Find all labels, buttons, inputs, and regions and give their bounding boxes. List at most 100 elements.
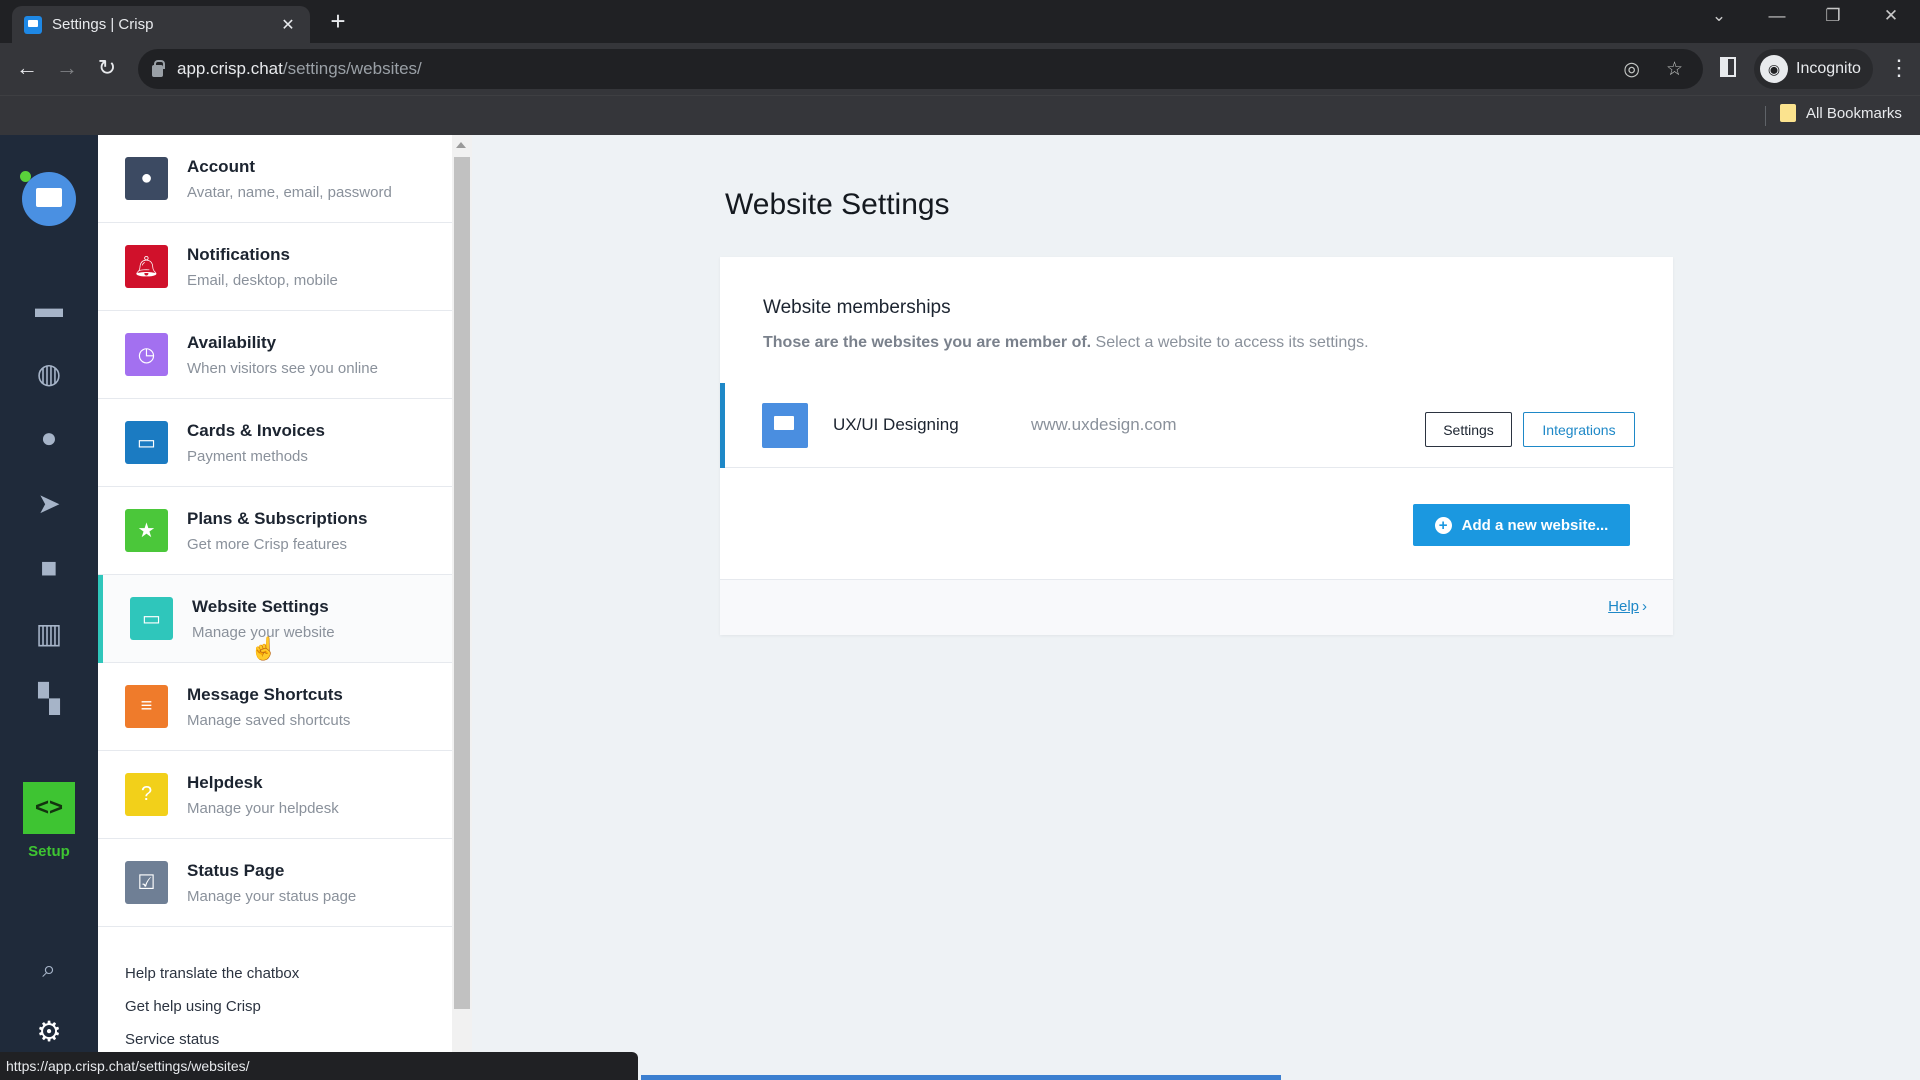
nav-item-subtitle: Avatar, name, email, password <box>187 183 392 201</box>
url-host: app.crisp.chat <box>177 59 283 78</box>
address-bar[interactable]: app.crisp.chat/settings/websites/ ◎ ☆ <box>138 49 1703 89</box>
bell-icon: 🔔︎ <box>125 245 168 288</box>
footer-links: Help translate the chatbox Get help usin… <box>98 927 452 1048</box>
close-window-button[interactable]: ✕ <box>1876 6 1906 26</box>
nav-item-subtitle: Email, desktop, mobile <box>187 271 338 289</box>
minimize-button[interactable]: — <box>1762 6 1792 26</box>
nav-item-account[interactable]: ● Account Avatar, name, email, password <box>98 135 452 223</box>
nav-item-title: Notifications <box>187 244 290 264</box>
nav-item-title: Helpdesk <box>187 772 263 792</box>
website-memberships-card: Website memberships Those are the websit… <box>720 257 1673 635</box>
inbox-chat-icon[interactable]: ▬ <box>29 288 69 328</box>
visitors-globe-icon[interactable]: ◍ <box>29 353 69 393</box>
nav-item-title: Cards & Invoices <box>187 420 325 440</box>
website-url: www.uxdesign.com <box>1031 415 1177 434</box>
browser-tab-bar: Settings | Crisp ✕ + ⌄ — ❐ ✕ <box>0 0 1920 43</box>
forward-button[interactable]: → <box>52 55 82 81</box>
nav-item-title: Account <box>187 156 255 176</box>
helpdesk-icon: ? <box>125 773 168 816</box>
add-website-label: Add a new website... <box>1461 516 1609 534</box>
tab-search-chevron-icon[interactable]: ⌄ <box>1704 6 1734 26</box>
setup-label: Setup <box>28 843 70 860</box>
tab-title: Settings | Crisp <box>52 16 154 33</box>
nav-item-title: Availability <box>187 332 277 352</box>
message-icon: ≡ <box>125 685 168 728</box>
nav-item-subtitle: Manage your helpdesk <box>187 799 339 817</box>
desc-bold: Those are the websites you are member of… <box>763 334 1092 351</box>
back-button[interactable]: ← <box>12 55 42 81</box>
app-nav-rail: ▬ ◍ ● ➤ ■ ▥ ▚ <> Setup ⌕ ⚙ <box>0 135 98 1080</box>
hand-cursor-icon: ☝ <box>250 636 278 661</box>
user-icon: ● <box>125 157 168 200</box>
scroll-up-arrow-icon[interactable] <box>456 142 466 148</box>
close-tab-icon[interactable]: ✕ <box>278 15 298 35</box>
nav-item-title: Status Page <box>187 860 285 880</box>
page-title: Website Settings <box>725 188 950 221</box>
search-icon[interactable]: ⌕ <box>29 950 69 990</box>
link-get-help[interactable]: Get help using Crisp <box>125 998 452 1015</box>
nav-item-title: Message Shortcuts <box>187 684 343 704</box>
lock-icon <box>152 60 165 77</box>
new-tab-button[interactable]: + <box>324 8 352 34</box>
check-icon: ☑ <box>125 861 168 904</box>
nav-item-subtitle: Payment methods <box>187 447 308 465</box>
help-link[interactable]: Help <box>1608 598 1639 615</box>
campaigns-paper-plane-icon[interactable]: ➤ <box>29 483 69 523</box>
side-panel-icon[interactable] <box>1720 57 1736 77</box>
star-icon: ★ <box>125 509 168 552</box>
nav-item-subtitle: Manage your status page <box>187 887 357 905</box>
bookmark-star-icon[interactable]: ☆ <box>1666 58 1683 81</box>
desc-rest: Select a website to access its settings. <box>1091 334 1369 351</box>
settings-gear-icon[interactable]: ⚙ <box>29 1011 69 1051</box>
folder-icon <box>1780 104 1796 122</box>
nav-item-availability[interactable]: ◷ Availability When visitors see you onli… <box>98 311 452 399</box>
nav-item-notifications[interactable]: 🔔︎ Notifications Email, desktop, mobile <box>98 223 452 311</box>
browser-menu-icon[interactable]: ⋮ <box>1888 55 1910 81</box>
helpdesk-book-icon[interactable]: ■ <box>29 548 69 588</box>
setup-code-icon[interactable]: <> <box>23 782 75 834</box>
card-heading: Website memberships <box>763 297 951 318</box>
nav-item-cards-invoices[interactable]: ▭ Cards & Invoices Payment methods <box>98 399 452 487</box>
nav-item-message-shortcuts[interactable]: ≡ Message Shortcuts Manage saved shortcut… <box>98 663 452 751</box>
all-bookmarks-button[interactable]: All Bookmarks <box>1780 104 1902 122</box>
scrollbar-thumb[interactable] <box>454 157 470 1009</box>
nav-item-helpdesk[interactable]: ? Helpdesk Manage your helpdesk <box>98 751 452 839</box>
nav-item-title: Website Settings <box>192 596 329 616</box>
nav-item-subtitle: When visitors see you online <box>187 359 378 377</box>
profile-label: Incognito <box>1796 60 1861 77</box>
browser-tab[interactable]: Settings | Crisp ✕ <box>12 6 310 43</box>
link-service-status[interactable]: Service status <box>125 1031 452 1048</box>
crisp-logo-icon[interactable] <box>22 172 76 226</box>
online-status-dot <box>20 171 31 182</box>
reload-button[interactable]: ↻ <box>92 55 122 81</box>
card-footer: Help › <box>720 579 1673 635</box>
chevron-right-icon: › <box>1642 598 1647 615</box>
add-website-button[interactable]: + Add a new website... <box>1413 504 1630 546</box>
website-row[interactable]: UX/UI Designing www.uxdesign.com Setting… <box>720 383 1673 468</box>
settings-navigation: ● Account Avatar, name, email, password 🔔… <box>98 135 452 1080</box>
contacts-person-icon[interactable]: ● <box>29 418 69 458</box>
link-status-bar: https://app.crisp.chat/settings/websites… <box>0 1052 638 1080</box>
loading-progress-bar <box>641 1075 1281 1080</box>
clock-icon: ◷ <box>125 333 168 376</box>
nav-item-title: Plans & Subscriptions <box>187 508 368 528</box>
nav-item-plans-subscriptions[interactable]: ★ Plans & Subscriptions Get more Crisp fe… <box>98 487 452 575</box>
link-help-translate[interactable]: Help translate the chatbox <box>125 965 452 982</box>
incognito-profile-button[interactable]: ◉ Incognito <box>1754 49 1873 89</box>
website-settings-button[interactable]: Settings <box>1425 412 1512 447</box>
card-description: Those are the websites you are member of… <box>763 334 1369 352</box>
tracking-blocked-eye-icon[interactable]: ◎ <box>1623 58 1640 81</box>
nav-item-subtitle: Manage saved shortcuts <box>187 711 351 729</box>
analytics-chart-icon[interactable]: ▥ <box>29 613 69 653</box>
bookmarks-bar: All Bookmarks <box>0 95 1920 135</box>
plus-circle-icon: + <box>1434 516 1452 534</box>
restore-button[interactable]: ❐ <box>1818 6 1848 26</box>
incognito-icon: ◉ <box>1760 55 1788 83</box>
integrations-button[interactable]: Integrations <box>1523 412 1635 447</box>
all-bookmarks-label: All Bookmarks <box>1806 104 1902 122</box>
url-path: /settings/websites/ <box>282 59 422 78</box>
website-chat-icon <box>762 403 808 448</box>
nav-item-subtitle: Get more Crisp features <box>187 535 348 553</box>
nav-item-status-page[interactable]: ☑ Status Page Manage your status page <box>98 839 452 927</box>
plugins-grid-icon[interactable]: ▚ <box>29 678 69 718</box>
